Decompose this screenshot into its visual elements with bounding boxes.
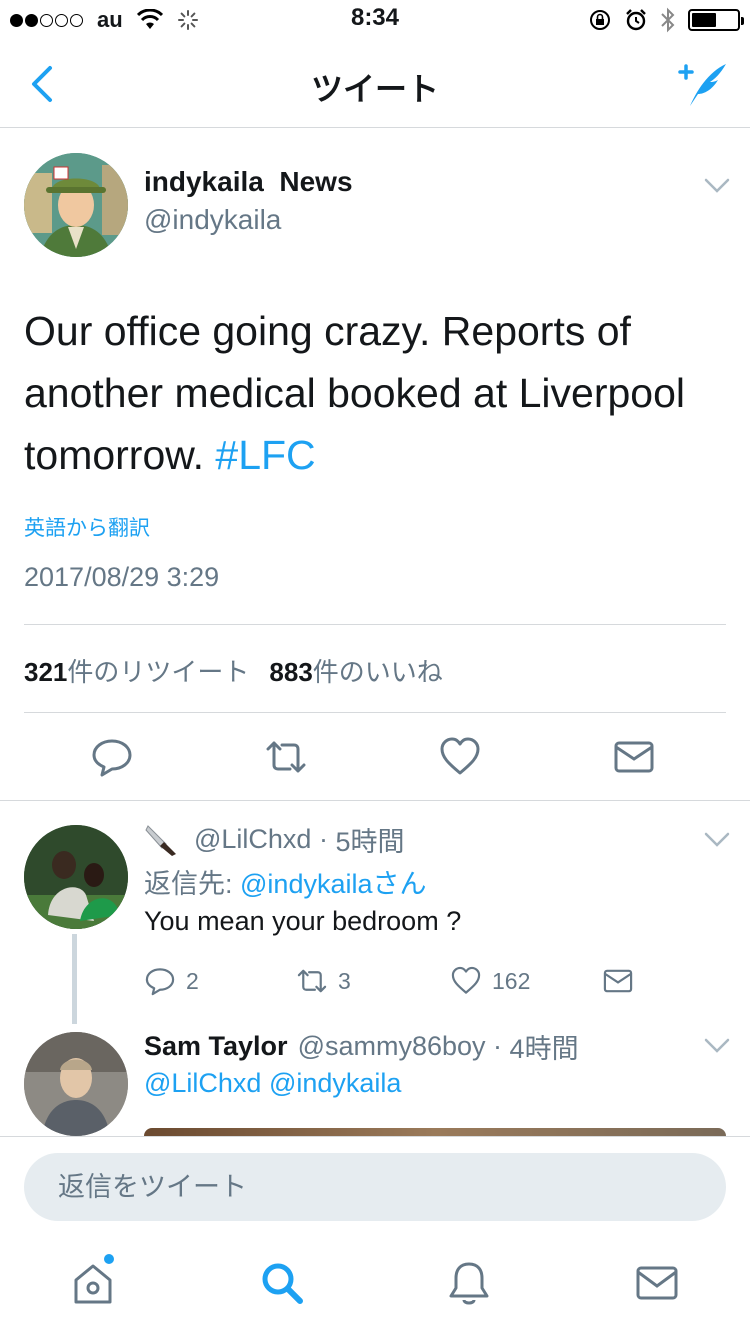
- reply-like-button[interactable]: 162: [450, 965, 530, 997]
- avatar-photo: [24, 1032, 128, 1136]
- battery-icon: [688, 9, 744, 31]
- notifications-tab-icon[interactable]: [444, 1258, 494, 1308]
- reply-reply-button[interactable]: 2: [144, 965, 199, 997]
- direct-message-icon: [603, 969, 633, 993]
- reply-icon: [145, 968, 175, 996]
- retweet-icon: [297, 969, 327, 993]
- rotation-lock-icon: [590, 10, 610, 30]
- tweet-body: Our office going crazy. Reports of anoth…: [24, 300, 734, 486]
- reply-avatar[interactable]: [24, 825, 128, 929]
- separator-dot: ·: [311, 824, 336, 854]
- thread-connector: [72, 934, 77, 1024]
- nav-bar: ツイート: [0, 40, 750, 128]
- author-avatar[interactable]: [24, 153, 128, 257]
- tweet-text: Our office going crazy. Reports of anoth…: [24, 308, 685, 478]
- alarm-icon: [626, 9, 646, 31]
- separator-dot: ·: [485, 1031, 510, 1061]
- avatar-photo: [24, 825, 128, 929]
- knife-emoji-icon: [145, 824, 176, 856]
- author-handle[interactable]: @indykaila: [144, 204, 281, 236]
- like-count: 162: [492, 967, 531, 994]
- reply-mentions[interactable]: @LilChxd @indykaila: [144, 1068, 401, 1099]
- new-content-badge: [102, 1252, 116, 1266]
- retweet-count: 3: [338, 967, 351, 994]
- page-title: ツイート: [310, 71, 439, 107]
- reply-to-mention[interactable]: @indykailaさん: [240, 869, 426, 899]
- tweet-timestamp: 2017/08/29 3:29: [24, 562, 220, 592]
- chevron-down-icon[interactable]: [704, 832, 730, 848]
- retweet-icon[interactable]: [264, 735, 308, 779]
- reply-composer: [0, 1136, 750, 1236]
- compose-tweet-icon[interactable]: [674, 58, 730, 110]
- reply-retweet-button[interactable]: 3: [296, 965, 351, 997]
- avatar-illustration: [24, 153, 128, 257]
- reply-handle[interactable]: @LilChxd: [194, 824, 311, 855]
- status-icons: [588, 6, 744, 34]
- reply-to-line: 返信先: @indykailaさん: [144, 862, 426, 901]
- reply-count: 2: [186, 967, 199, 994]
- divider: [24, 624, 726, 625]
- reply-text: You mean your bedroom ?: [144, 906, 462, 936]
- like-heart-icon: [451, 966, 481, 994]
- like-stat[interactable]: 883件のいいね: [269, 652, 442, 689]
- status-bar: au 8:34: [0, 0, 750, 40]
- direct-message-icon[interactable]: [612, 735, 656, 779]
- reply-input[interactable]: [24, 1153, 726, 1221]
- divider: [24, 712, 726, 713]
- chevron-down-icon[interactable]: [704, 1038, 730, 1054]
- reply-action-row: 2 3 162: [144, 965, 644, 1001]
- like-count: 883: [269, 657, 313, 687]
- like-label: 件のいいね: [312, 657, 443, 687]
- reply-icon[interactable]: [90, 735, 134, 779]
- translate-link[interactable]: 英語から翻訳: [24, 512, 150, 542]
- reply-handle[interactable]: @sammy86boy: [298, 1031, 486, 1062]
- hashtag-link[interactable]: #LFC: [215, 432, 315, 478]
- reply-header: @LilChxd · 5時間: [144, 820, 404, 859]
- like-heart-icon[interactable]: [438, 735, 482, 779]
- section-divider: [0, 800, 750, 801]
- search-tab-icon[interactable]: [257, 1258, 307, 1308]
- reply-header: Sam Taylor @sammy86boy · 4時間: [144, 1027, 579, 1066]
- tab-bar: [0, 1236, 750, 1334]
- reply-time: 4時間: [509, 1034, 579, 1064]
- messages-tab-icon[interactable]: [632, 1258, 682, 1308]
- retweet-stat[interactable]: 321件のリツイート: [24, 652, 249, 689]
- retweet-count: 321: [24, 657, 68, 687]
- media-preview[interactable]: [144, 1128, 726, 1136]
- engagement-stats: 321件のリツイート 883件のいいね: [24, 652, 443, 689]
- author-name[interactable]: indykaila News: [144, 166, 353, 198]
- reply-to-label: 返信先:: [144, 869, 241, 899]
- bluetooth-icon: [661, 7, 675, 33]
- reply-author-name[interactable]: Sam Taylor: [144, 1031, 288, 1062]
- chevron-down-icon[interactable]: [704, 178, 730, 194]
- retweet-label: 件のリツイート: [67, 657, 250, 687]
- reply-dm-button[interactable]: [602, 965, 634, 997]
- reply-time: 5時間: [335, 827, 405, 857]
- reply-avatar[interactable]: [24, 1032, 128, 1136]
